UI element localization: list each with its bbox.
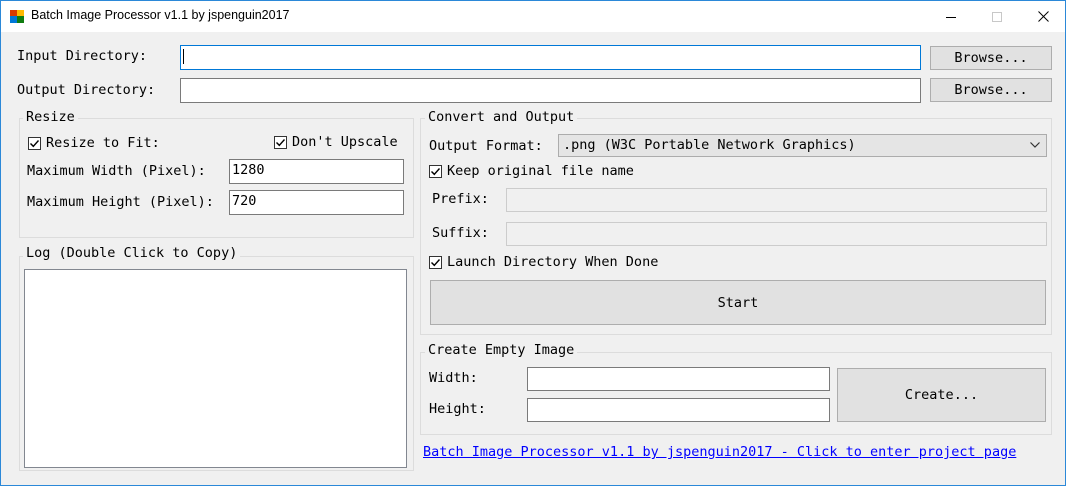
output-directory-field[interactable] <box>180 78 921 103</box>
input-directory-field[interactable] <box>180 45 921 70</box>
text-caret <box>183 48 184 64</box>
launch-directory-checkbox[interactable] <box>429 256 442 269</box>
resize-group-title: Resize <box>23 109 78 125</box>
title-bar: Batch Image Processor v1.1 by jspenguin2… <box>1 1 1065 32</box>
input-browse-button[interactable]: Browse... <box>930 46 1052 70</box>
resize-to-fit-label: Resize to Fit: <box>46 135 160 151</box>
empty-width-label: Width: <box>429 370 478 386</box>
keep-name-checkbox[interactable] <box>429 165 442 178</box>
launch-directory-label: Launch Directory When Done <box>447 254 659 270</box>
dont-upscale-checkbox[interactable] <box>274 136 287 149</box>
minimize-icon <box>946 16 956 18</box>
project-page-link[interactable]: Batch Image Processor v1.1 by jspenguin2… <box>423 444 1016 460</box>
maximize-icon <box>992 11 1002 22</box>
output-browse-button[interactable]: Browse... <box>930 78 1052 102</box>
chevron-down-icon <box>1030 142 1040 148</box>
keep-name-label: Keep original file name <box>447 163 634 179</box>
checkmark-icon <box>431 259 441 267</box>
input-directory-label: Input Directory: <box>17 48 148 64</box>
convert-group-title: Convert and Output <box>425 109 578 125</box>
app-window: Batch Image Processor v1.1 by jspenguin2… <box>0 0 1066 486</box>
start-button[interactable]: Start <box>430 280 1046 325</box>
close-button[interactable] <box>1020 1 1066 32</box>
log-textbox[interactable] <box>24 269 407 468</box>
prefix-label: Prefix: <box>432 191 489 207</box>
output-format-label: Output Format: <box>429 138 543 154</box>
window-title: Batch Image Processor v1.1 by jspenguin2… <box>31 8 290 22</box>
resize-to-fit-checkbox[interactable] <box>28 137 41 150</box>
suffix-label: Suffix: <box>432 225 489 241</box>
maximize-button[interactable] <box>974 1 1020 32</box>
empty-width-field[interactable] <box>527 367 830 391</box>
empty-image-group-title: Create Empty Image <box>425 342 578 358</box>
dont-upscale-label: Don't Upscale <box>292 134 398 150</box>
output-format-value: .png (W3C Portable Network Graphics) <box>563 137 856 153</box>
log-group-title: Log (Double Click to Copy) <box>23 245 241 261</box>
empty-height-field[interactable] <box>527 398 830 422</box>
prefix-field[interactable] <box>506 188 1047 212</box>
checkmark-icon <box>276 139 286 147</box>
checkmark-icon <box>431 168 441 176</box>
max-width-label: Maximum Width (Pixel): <box>27 163 206 179</box>
create-button[interactable]: Create... <box>837 368 1046 422</box>
checkmark-icon <box>30 140 40 148</box>
minimize-button[interactable] <box>928 1 974 32</box>
suffix-field[interactable] <box>506 222 1047 246</box>
app-icon <box>10 10 24 23</box>
output-format-select[interactable]: .png (W3C Portable Network Graphics) <box>558 134 1047 157</box>
output-directory-label: Output Directory: <box>17 82 156 98</box>
max-height-label: Maximum Height (Pixel): <box>27 194 214 210</box>
empty-height-label: Height: <box>429 401 486 417</box>
max-width-field[interactable]: 1280 <box>229 159 404 184</box>
max-height-field[interactable]: 720 <box>229 190 404 215</box>
close-icon <box>1037 11 1049 22</box>
